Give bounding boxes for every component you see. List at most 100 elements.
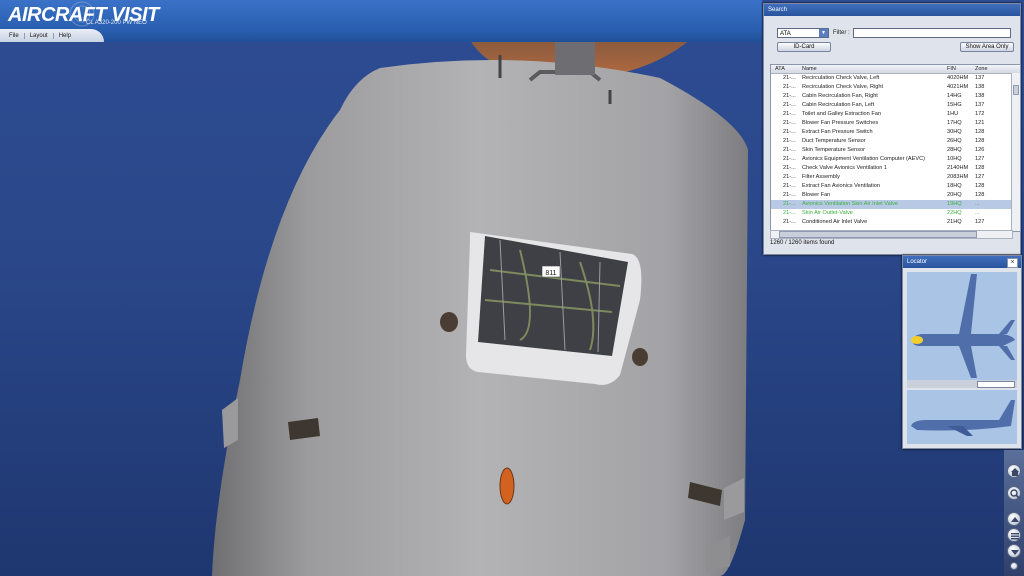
cell-zone: 128: [975, 129, 985, 135]
cell-zone: 126: [975, 147, 985, 153]
scroll-thumb[interactable]: [779, 231, 977, 238]
cell-zone: 137: [975, 102, 985, 108]
scroll-up-icon[interactable]: [1007, 512, 1021, 526]
table-row[interactable]: 21-... Toilet and Galley Extraction Fan 1H…: [771, 110, 1020, 119]
cell-fin: 20HQ: [947, 192, 962, 198]
view-dropdown[interactable]: [977, 381, 1015, 388]
menu-icon[interactable]: [1007, 528, 1021, 542]
fastener: [632, 348, 648, 366]
strut: [555, 40, 595, 75]
cell-name: Cabin Recirculation Fan, Right: [802, 93, 878, 99]
zoom-icon[interactable]: [1007, 486, 1021, 500]
cell-fin: 18HQ: [947, 183, 962, 189]
cell-name: Recirculation Check Valve, Left: [802, 75, 880, 81]
menu-help[interactable]: Help: [54, 33, 76, 39]
scroll-down-icon[interactable]: [1007, 544, 1021, 558]
cell-ata: 21-...: [783, 156, 796, 162]
table-row[interactable]: 21-... Blower Fan 20HQ 128: [771, 191, 1020, 200]
show-area-only-button[interactable]: Show Area Only: [960, 42, 1014, 52]
scroll-thumb[interactable]: [1013, 85, 1019, 95]
cell-name: Recirculation Check Valve, Right: [802, 84, 884, 90]
table-row[interactable]: 21-... Avionics Ventilation Skin Air Inle…: [771, 200, 1020, 209]
cell-zone: 128: [975, 183, 985, 189]
cell-zone: 128: [975, 138, 985, 144]
menu-file[interactable]: File: [4, 32, 25, 39]
column-header-fin[interactable]: FIN: [947, 65, 956, 73]
cell-ata: 21-...: [783, 129, 796, 135]
menu-layout[interactable]: Layout: [25, 32, 54, 39]
aircraft-side-silhouette: [911, 400, 1015, 436]
locator-side-view[interactable]: [907, 390, 1017, 444]
category-select[interactable]: ATA ▼: [777, 28, 829, 38]
cell-ata: 21-...: [783, 192, 796, 198]
app-header: AIRCRAFT VISIT CL A320-200 PW NEO File L…: [0, 0, 762, 42]
search-panel: Search ATA ▼ Filter : ID-Card Show Area …: [763, 3, 1021, 255]
cell-zone: 172: [975, 111, 985, 117]
table-row[interactable]: 21-... Cabin Recirculation Fan, Right 14HG…: [771, 92, 1020, 101]
cell-fin: 22HQ: [947, 210, 962, 216]
cell-zone: 121: [975, 120, 985, 126]
results-list-header: ATA Name FIN Zone: [771, 65, 1020, 74]
cell-ata: 21-...: [783, 201, 796, 207]
cell-zone: ...: [975, 210, 980, 216]
table-row[interactable]: 21-... Skin Air Outlet-Valve 22HQ...: [771, 209, 1020, 218]
results-list[interactable]: ATA Name FIN Zone 21-... Recirculation Ch…: [770, 64, 1021, 232]
cell-zone: 127: [975, 174, 985, 180]
cell-zone: 128: [975, 165, 985, 171]
column-header-zone[interactable]: Zone: [975, 65, 988, 73]
table-row[interactable]: 21-... Filter Assembly 2083HM 127: [771, 173, 1020, 182]
cell-fin: 17HQ: [947, 120, 962, 126]
table-row[interactable]: 21-... Recirculation Check Valve, Right 40…: [771, 83, 1020, 92]
cell-name: Conditioned Air Inlet Valve: [802, 219, 868, 225]
vertical-scrollbar[interactable]: [1011, 73, 1020, 231]
table-row[interactable]: 21-... Avionics Equipment Ventilation Com…: [771, 155, 1020, 164]
antenna-left: [222, 398, 238, 448]
table-row[interactable]: 21-... Duct Temperature Sensor 26HQ 128: [771, 137, 1020, 146]
cell-name: Check Valve Avionics Ventilation 1: [802, 165, 887, 171]
cell-ata: 21-...: [783, 174, 796, 180]
chevron-down-icon[interactable]: ▼: [819, 29, 828, 37]
cell-fin: 4021HM: [947, 84, 969, 90]
table-row[interactable]: 21-... Extract Fan Pressure Switch 30HQ 128: [771, 128, 1020, 137]
cell-zone: 127: [975, 219, 985, 225]
cell-name: Toilet and Galley Extraction Fan: [802, 111, 881, 117]
filter-label: Filter :: [833, 30, 850, 36]
fastener: [440, 312, 458, 332]
locator-top-view[interactable]: [907, 272, 1017, 380]
horizontal-scrollbar[interactable]: [770, 230, 1013, 239]
cell-ata: 21-...: [783, 93, 796, 99]
table-row[interactable]: 21-... Cabin Recirculation Fan, Left 15HG 1…: [771, 101, 1020, 110]
cell-fin: 14HG: [947, 93, 962, 99]
table-row[interactable]: 21-... Extract Fan Avionics Ventilation 18…: [771, 182, 1020, 191]
column-header-name[interactable]: Name: [802, 65, 817, 73]
table-row[interactable]: 21-... Conditioned Air Inlet Valve 21HQ 127: [771, 218, 1020, 227]
close-icon[interactable]: ×: [1007, 258, 1018, 268]
cell-fin: 2140HM: [947, 165, 969, 171]
results-rows: 21-... Recirculation Check Valve, Left 402…: [771, 74, 1020, 227]
table-row[interactable]: 21-... Recirculation Check Valve, Left 402…: [771, 74, 1020, 83]
search-panel-title[interactable]: Search: [764, 4, 1020, 16]
filter-input[interactable]: [853, 28, 1011, 38]
cell-fin: 4020HM: [947, 75, 969, 81]
cell-name: Skin Temperature Sensor: [802, 147, 866, 153]
cell-fin: 2083HM: [947, 174, 969, 180]
table-row[interactable]: 21-... Skin Temperature Sensor 28HQ 126: [771, 146, 1020, 155]
cell-name: Blower Fan Pressure Switches: [802, 120, 879, 126]
cell-name: Extract Fan Pressure Switch: [802, 129, 873, 135]
table-row[interactable]: 21-... Check Valve Avionics Ventilation 1…: [771, 164, 1020, 173]
cell-name: Cabin Recirculation Fan, Left: [802, 102, 875, 108]
cell-fin: 30HQ: [947, 129, 962, 135]
cell-ata: 21-...: [783, 102, 796, 108]
locator-panel-title[interactable]: Locator: [903, 256, 1021, 268]
cell-fin: 15HG: [947, 102, 962, 108]
cell-ata: 21-...: [783, 165, 796, 171]
cell-zone: 128: [975, 192, 985, 198]
column-header-ata[interactable]: ATA: [775, 65, 785, 73]
table-row[interactable]: 21-... Blower Fan Pressure Switches 17HQ 12…: [771, 119, 1020, 128]
home-icon[interactable]: [1007, 464, 1021, 478]
cell-fin: 28HQ: [947, 147, 962, 153]
status-dot-icon[interactable]: [1010, 562, 1018, 570]
id-card-button[interactable]: ID-Card: [777, 42, 831, 52]
cell-name: Extract Fan Avionics Ventilation: [802, 183, 880, 189]
cell-zone: 137: [975, 75, 985, 81]
